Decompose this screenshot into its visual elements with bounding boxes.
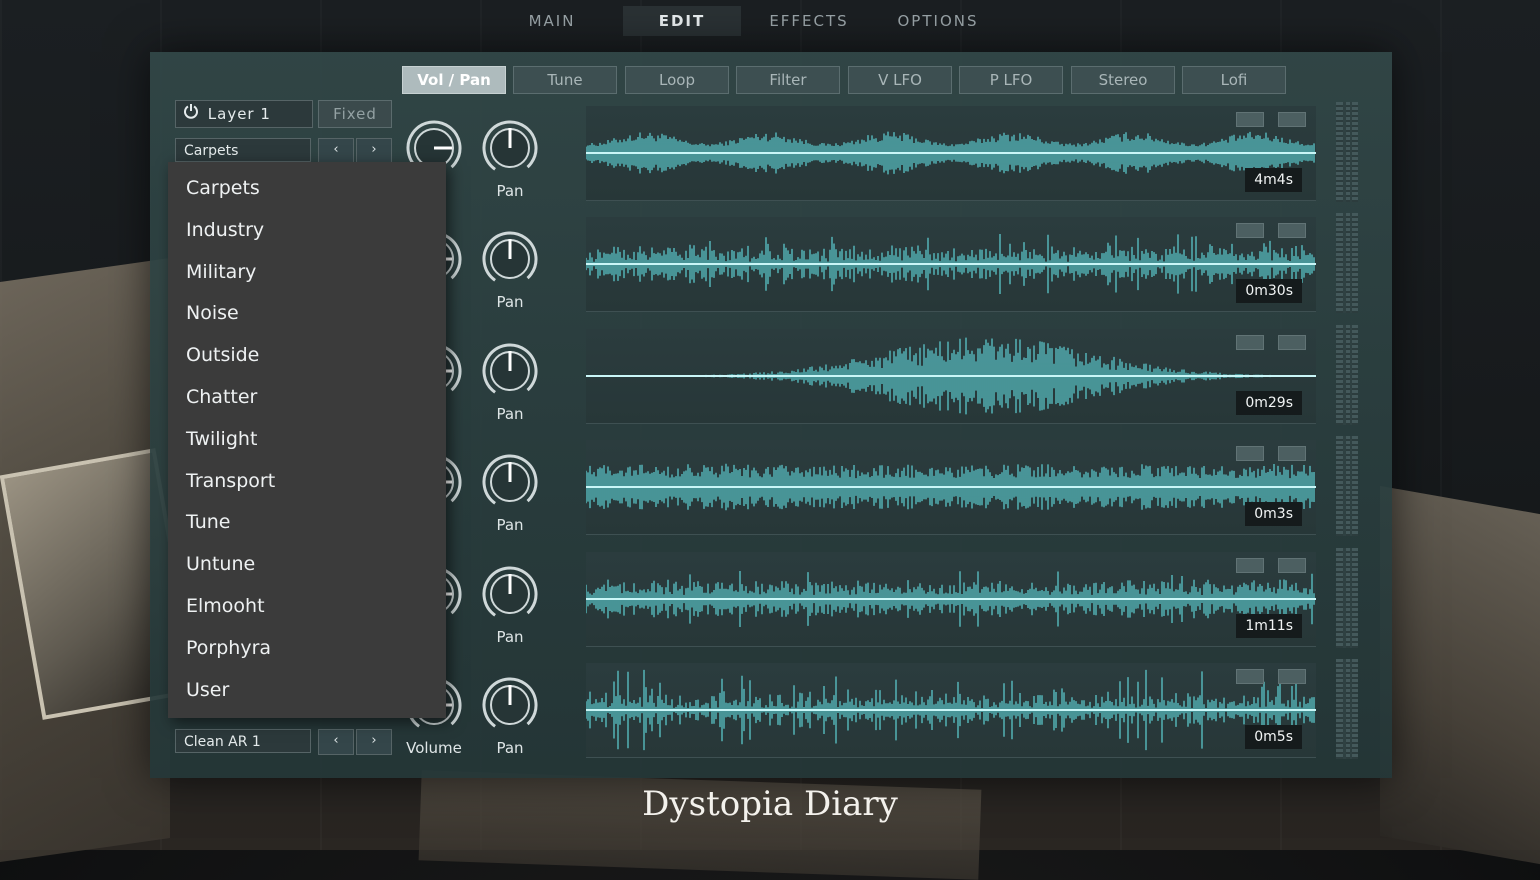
level-meter	[1336, 325, 1358, 425]
subtab-stereo[interactable]: Stereo	[1071, 66, 1175, 94]
preset-next-button[interactable]: ›	[356, 729, 392, 755]
brand-title: Dystopia Diary	[642, 784, 898, 824]
preset-select[interactable]: Clean AR 1	[175, 729, 311, 753]
pan-knob[interactable]	[480, 341, 540, 401]
category-select[interactable]: Carpets	[175, 138, 311, 162]
pan-knob[interactable]	[480, 452, 540, 512]
track-mini-button[interactable]	[1278, 335, 1306, 350]
power-icon	[180, 101, 202, 127]
track-mini-button[interactable]	[1236, 558, 1264, 573]
dropdown-item-user[interactable]: User	[168, 670, 446, 712]
waveform	[586, 669, 1316, 751]
waveform-track[interactable]: 0m29s	[586, 329, 1316, 424]
track-mini-button[interactable]	[1278, 223, 1306, 238]
tab-options[interactable]: OPTIONS	[878, 6, 998, 36]
dropdown-item-elmooht[interactable]: Elmooht	[168, 586, 446, 628]
category-dropdown-menu: Carpets Industry Military Noise Outside …	[168, 162, 446, 718]
dropdown-item-tune[interactable]: Tune	[168, 502, 446, 544]
pan-label: Pan	[496, 293, 524, 311]
category-next-button[interactable]: ›	[356, 138, 392, 164]
pan-label: Pan	[496, 516, 524, 534]
duration-badge: 0m5s	[1245, 725, 1302, 749]
track-mini-button[interactable]	[1278, 558, 1306, 573]
level-meter	[1336, 213, 1358, 313]
tab-effects[interactable]: EFFECTS	[748, 6, 870, 36]
dropdown-item-industry[interactable]: Industry	[168, 210, 446, 252]
track-mini-button[interactable]	[1278, 446, 1306, 461]
pan-label: Pan	[496, 182, 524, 200]
level-meter	[1336, 659, 1358, 759]
pan-knob[interactable]	[480, 675, 540, 735]
volume-label: Volume	[406, 739, 462, 757]
pan-label: Pan	[496, 739, 524, 757]
dropdown-item-carpets[interactable]: Carpets	[168, 168, 446, 210]
track-mini-button[interactable]	[1278, 669, 1306, 684]
track-mini-button[interactable]	[1236, 446, 1264, 461]
duration-badge: 0m3s	[1245, 502, 1302, 526]
subtab-vol-pan[interactable]: Vol / Pan	[402, 66, 506, 94]
duration-badge: 0m29s	[1236, 391, 1302, 415]
subtab-lofi[interactable]: Lofi	[1182, 66, 1286, 94]
subtab-p-lfo[interactable]: P LFO	[959, 66, 1063, 94]
waveform-track[interactable]: 0m5s	[586, 663, 1316, 758]
dropdown-item-military[interactable]: Military	[168, 252, 446, 294]
category-prev-button[interactable]: ‹	[318, 138, 354, 164]
pan-knob[interactable]	[480, 229, 540, 289]
layer-power-button[interactable]: Layer 1	[175, 100, 313, 128]
duration-badge: 4m4s	[1245, 168, 1302, 192]
track-mini-button[interactable]	[1236, 669, 1264, 684]
subtab-filter[interactable]: Filter	[736, 66, 840, 94]
track-mini-button[interactable]	[1236, 223, 1264, 238]
duration-badge: 1m11s	[1236, 614, 1302, 638]
track-mini-button[interactable]	[1278, 112, 1306, 127]
top-navigation: MAIN EDIT EFFECTS OPTIONS	[0, 0, 1540, 42]
waveform-track[interactable]: 4m4s	[586, 106, 1316, 201]
dropdown-item-outside[interactable]: Outside	[168, 335, 446, 377]
layer-name: Layer 1	[207, 105, 271, 123]
preset-prev-button[interactable]: ‹	[318, 729, 354, 755]
dropdown-item-chatter[interactable]: Chatter	[168, 377, 446, 419]
tab-main[interactable]: MAIN	[496, 6, 608, 36]
fixed-toggle[interactable]: Fixed	[318, 100, 392, 128]
subtab-v-lfo[interactable]: V LFO	[848, 66, 952, 94]
waveform	[586, 337, 1316, 415]
waveform	[586, 131, 1316, 175]
pan-knob[interactable]	[480, 564, 540, 624]
level-meter	[1336, 436, 1358, 536]
dropdown-item-porphyra[interactable]: Porphyra	[168, 628, 446, 670]
dropdown-item-transport[interactable]: Transport	[168, 461, 446, 503]
waveform-track[interactable]: 1m11s	[586, 552, 1316, 647]
pan-knob[interactable]	[480, 118, 540, 178]
level-meter	[1336, 102, 1358, 202]
dropdown-item-untune[interactable]: Untune	[168, 544, 446, 586]
track-mini-button[interactable]	[1236, 335, 1264, 350]
tab-edit[interactable]: EDIT	[623, 6, 741, 36]
dropdown-item-noise[interactable]: Noise	[168, 293, 446, 335]
dropdown-item-twilight[interactable]: Twilight	[168, 419, 446, 461]
waveform-track[interactable]: 0m3s	[586, 440, 1316, 535]
waveform	[586, 234, 1316, 294]
subtab-tune[interactable]: Tune	[513, 66, 617, 94]
track-mini-button[interactable]	[1236, 112, 1264, 127]
waveform	[586, 571, 1316, 627]
duration-badge: 0m30s	[1236, 279, 1302, 303]
subtab-loop[interactable]: Loop	[625, 66, 729, 94]
waveform	[586, 463, 1316, 511]
pan-label: Pan	[496, 405, 524, 423]
pan-label: Pan	[496, 628, 524, 646]
level-meter	[1336, 548, 1358, 648]
waveform-track[interactable]: 0m30s	[586, 217, 1316, 312]
